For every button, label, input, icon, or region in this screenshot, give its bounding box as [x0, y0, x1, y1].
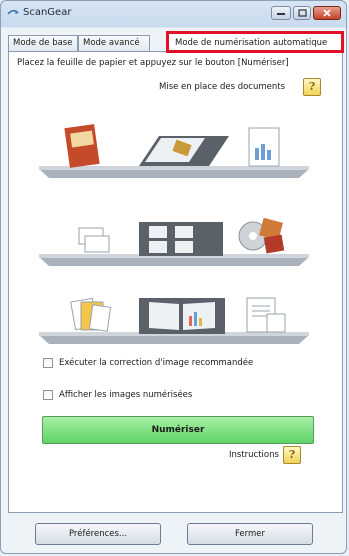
- mode-tabs: Mode de base Mode avancé Mode de numéris…: [8, 31, 344, 53]
- instructions-label: Instructions: [229, 450, 279, 460]
- tab-advanced-mode[interactable]: Mode avancé: [78, 35, 150, 51]
- auto-scan-panel: Placez la feuille de papier et appuyez s…: [8, 51, 343, 513]
- close-window-button[interactable]: [313, 6, 341, 20]
- window-title: ScanGear: [23, 7, 72, 18]
- document-chart-icon: [248, 127, 280, 167]
- instruction-text: Placez la feuille de papier et appuyez s…: [17, 58, 289, 68]
- document-shelf-cards: [29, 202, 319, 266]
- minimize-icon: [277, 13, 285, 15]
- place-documents-help-button[interactable]: ?: [303, 78, 321, 96]
- minimize-button[interactable]: [271, 6, 291, 20]
- scan-button[interactable]: Numériser: [42, 416, 314, 444]
- shelf-illustration-1: [39, 124, 309, 178]
- place-documents-label: Mise en place des documents: [159, 82, 286, 92]
- recommended-correction-label: Exécuter la correction d'image recommand…: [59, 358, 254, 368]
- instructions-help-button[interactable]: ?: [283, 446, 301, 464]
- scanner-multi-card-icon: [139, 222, 223, 256]
- scangear-window: ScanGear Mode de base Mode avancé Mode d…: [0, 0, 347, 554]
- close-icon: [323, 9, 331, 17]
- photo-stack-icon: [70, 297, 112, 332]
- magazine-icon: [64, 124, 100, 168]
- cards-icon: [78, 227, 110, 253]
- show-scanned-images-label: Afficher les images numérisées: [59, 390, 193, 400]
- shelf-illustration-2: [39, 217, 309, 266]
- document-shelf-photos: [29, 114, 319, 178]
- tab-auto-scan-mode[interactable]: Mode de numérisation automatique: [166, 31, 344, 53]
- preferences-button[interactable]: Préférences...: [35, 523, 161, 545]
- document-pages-icon: [246, 297, 286, 333]
- tab-basic-mode[interactable]: Mode de base: [8, 35, 78, 51]
- scanner-photo-icon: [139, 136, 229, 166]
- document-shelf-mixed: [29, 280, 319, 344]
- title-bar: ScanGear: [1, 1, 348, 25]
- show-scanned-images-checkbox[interactable]: [43, 390, 53, 400]
- maximize-icon: [297, 9, 307, 17]
- scangear-app-icon: [7, 9, 19, 15]
- shelf-illustration-3: [39, 297, 309, 344]
- recommended-correction-checkbox[interactable]: [43, 358, 53, 368]
- maximize-button[interactable]: [293, 6, 311, 20]
- scanner-book-icon: [139, 298, 225, 334]
- close-button[interactable]: Fermer: [187, 523, 313, 545]
- disc-photo-icon: [238, 217, 285, 254]
